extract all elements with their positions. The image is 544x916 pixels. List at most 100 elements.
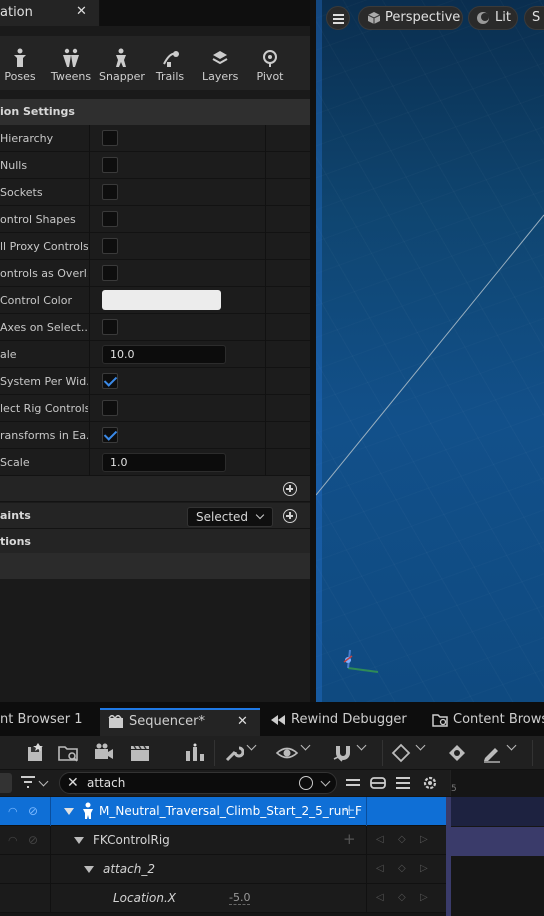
wrench-icon[interactable] — [224, 743, 244, 763]
setting-checkbox[interactable] — [102, 157, 118, 173]
key-prev-icon[interactable]: ◁ — [376, 834, 384, 845]
expand-arrow-icon[interactable] — [74, 837, 84, 844]
add-icon[interactable] — [283, 482, 297, 496]
tweens-button[interactable]: Tweens — [50, 48, 92, 83]
trails-button[interactable]: Trails — [154, 48, 186, 83]
cube-icon — [367, 12, 381, 24]
color-swatch[interactable] — [102, 290, 221, 310]
chevron-down-icon[interactable] — [38, 776, 49, 787]
camera-icon[interactable] — [94, 743, 114, 763]
key-next-icon[interactable]: ▷ — [420, 892, 428, 903]
tab-content-browser[interactable]: Content Browse — [424, 708, 544, 736]
add-track-button[interactable] — [0, 773, 12, 793]
show-button[interactable]: S — [524, 6, 544, 30]
bottom-tab-bar: nt Browser 1 Sequencer* ✕ Rewind Debugge… — [0, 702, 544, 736]
setting-checkbox[interactable] — [102, 130, 118, 146]
scale-field[interactable]: 10.0 — [102, 345, 226, 364]
tab-sequencer-label: Sequencer* — [129, 714, 205, 729]
expand-arrow-icon[interactable] — [64, 808, 74, 815]
setting-checkbox[interactable] — [102, 400, 118, 416]
key-auto-icon[interactable] — [446, 743, 468, 763]
track-row-attach[interactable]: attach_2 ◁ ◇ ▷ — [0, 855, 446, 884]
gear-icon[interactable] — [421, 774, 439, 794]
constraints-row[interactable]: aints Selected — [0, 503, 310, 529]
key-next-icon[interactable]: ▷ — [420, 834, 428, 845]
perspective-button[interactable]: Perspective — [358, 6, 463, 30]
timeline-ruler[interactable]: 5 — [450, 770, 544, 796]
lock-icon[interactable]: ◠ — [8, 834, 18, 847]
setting-row-axes-on-select: Axes on Select... — [0, 314, 310, 341]
constraints-dropdown[interactable]: Selected — [187, 507, 273, 527]
chevron-down-icon[interactable] — [300, 740, 311, 751]
chevron-down-icon[interactable] — [506, 740, 517, 751]
save-icon[interactable] — [26, 743, 44, 763]
group-row[interactable] — [0, 476, 310, 502]
track-row-location-x[interactable]: Location.X -5.0 ◁ ◇ ▷ — [0, 884, 446, 913]
collapse-icon[interactable] — [345, 775, 361, 795]
lock-icon[interactable]: ◠ — [8, 805, 18, 818]
setting-checkbox-checked[interactable] — [102, 373, 118, 389]
setting-checkbox-checked[interactable] — [102, 427, 118, 443]
key-add-icon[interactable]: ◇ — [398, 863, 406, 874]
tracks-icon[interactable] — [370, 775, 386, 795]
timeline-area[interactable] — [446, 797, 544, 916]
key-prev-icon[interactable]: ◁ — [376, 892, 384, 903]
snap-icon[interactable] — [332, 743, 354, 763]
setting-checkbox[interactable] — [102, 238, 118, 254]
edit-pencil-icon[interactable] — [482, 743, 502, 763]
setting-checkbox[interactable] — [102, 265, 118, 281]
close-icon[interactable]: ✕ — [76, 4, 87, 19]
layers-button[interactable]: Layers — [202, 48, 238, 83]
close-icon[interactable]: ✕ — [237, 710, 248, 734]
chevron-down-icon[interactable] — [415, 740, 426, 751]
tab-rewind-debugger[interactable]: Rewind Debugger — [262, 708, 422, 736]
mute-icon[interactable]: ⊘ — [28, 833, 38, 847]
chevron-down-icon[interactable] — [356, 740, 367, 751]
timeline-section-fkcontrolrig[interactable] — [446, 827, 544, 856]
add-icon[interactable]: + — [343, 801, 356, 819]
setting-checkbox[interactable] — [102, 184, 118, 200]
options-row[interactable]: tions — [0, 529, 310, 555]
track-row-sequence[interactable]: ◠ ⊘ M_Neutral_Traversal_Climb_Start_2_5_… — [0, 797, 446, 826]
trails-icon — [154, 48, 186, 68]
clear-search-icon[interactable]: ✕ — [67, 775, 79, 791]
chevron-down-icon[interactable] — [320, 776, 331, 787]
render-icon[interactable] — [184, 743, 206, 763]
add-icon[interactable]: + — [343, 830, 356, 848]
constraints-dropdown-value: Selected — [196, 510, 249, 524]
add-icon[interactable] — [283, 509, 297, 523]
location-x-value[interactable]: -5.0 — [229, 891, 251, 905]
expand-arrow-icon[interactable] — [84, 866, 94, 873]
key-diamond-icon[interactable] — [391, 743, 411, 763]
key-prev-icon[interactable]: ◁ — [376, 863, 384, 874]
filter-icon[interactable] — [20, 775, 36, 795]
mute-icon[interactable]: ⊘ — [28, 804, 38, 818]
tab-content-browser-1[interactable]: nt Browser 1 — [0, 708, 98, 736]
timeline-section-main[interactable] — [446, 797, 544, 826]
details-tab[interactable]: ation ✕ — [0, 0, 100, 26]
viewport-menu-button[interactable] — [326, 6, 350, 30]
key-next-icon[interactable]: ▷ — [420, 863, 428, 874]
poses-button[interactable]: Poses — [4, 48, 36, 83]
chevron-down-icon[interactable] — [246, 740, 257, 751]
lit-button[interactable]: Lit — [468, 6, 518, 30]
add-filter-icon[interactable] — [299, 776, 313, 790]
key-add-icon[interactable]: ◇ — [398, 892, 406, 903]
browse-icon[interactable] — [58, 743, 80, 763]
setting-checkbox[interactable] — [102, 319, 118, 335]
eye-icon[interactable] — [276, 743, 298, 763]
section-header[interactable]: ion Settings — [0, 99, 312, 125]
level-viewport[interactable]: Perspective Lit S — [316, 0, 544, 702]
search-input[interactable]: ✕ attach — [59, 772, 337, 794]
setting-checkbox[interactable] — [102, 211, 118, 227]
snapper-button[interactable]: Snapper — [99, 48, 145, 83]
tab-sequencer[interactable]: Sequencer* ✕ — [100, 708, 260, 736]
track-row-fkcontrolrig[interactable]: ◠ ⊘ FKControlRig + ◁ ◇ ▷ — [0, 826, 446, 855]
timeline-scroll-edge[interactable] — [446, 797, 451, 916]
clapper-icon[interactable] — [130, 743, 150, 763]
key-add-icon[interactable]: ◇ — [398, 834, 406, 845]
pivot-button[interactable]: Pivot — [254, 48, 286, 83]
viewport-grid-line — [316, 214, 544, 673]
gizmo-scale-field[interactable]: 1.0 — [102, 453, 226, 472]
list-icon[interactable] — [395, 775, 411, 795]
